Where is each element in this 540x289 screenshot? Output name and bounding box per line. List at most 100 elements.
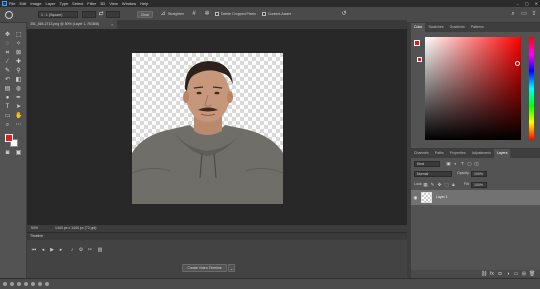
maximize-icon[interactable]: ▢ — [525, 1, 529, 6]
split-icon[interactable]: ✂ — [87, 247, 93, 253]
menu-file[interactable]: File — [9, 1, 15, 6]
frame-tool-icon[interactable]: ⊠ — [15, 50, 22, 57]
search-icon[interactable]: ⌕ — [510, 11, 516, 17]
next-frame-icon[interactable]: ▸ — [58, 247, 64, 253]
layer-name[interactable]: Layer 1 — [436, 190, 448, 205]
path-selection-icon[interactable]: ➤ — [15, 104, 22, 111]
taskbar-app-icon[interactable] — [45, 282, 49, 286]
eyedropper-icon[interactable]: ⁄ — [4, 59, 11, 66]
history-brush-icon[interactable]: ↶ — [4, 77, 11, 84]
screen-mode-icon[interactable]: ▣ — [15, 150, 22, 157]
brush-tool-icon[interactable]: ✎ — [4, 68, 11, 75]
transition-icon[interactable]: ▨ — [97, 247, 103, 253]
move-tool-icon[interactable]: ✥ — [4, 32, 11, 39]
layer-filter-kind[interactable]: Kind — [414, 161, 440, 167]
layer-style-icon[interactable]: fx — [489, 271, 495, 277]
zoom-tool-icon[interactable]: ⌕ — [4, 122, 11, 129]
create-video-timeline-button[interactable]: Create Video Timeline — [182, 264, 227, 272]
clone-stamp-icon[interactable]: ⚲ — [15, 68, 22, 75]
hue-slider[interactable] — [529, 37, 534, 140]
previous-frame-icon[interactable]: ◂ — [40, 247, 46, 253]
zoom-level[interactable]: 50% — [31, 225, 38, 232]
taskbar-app-icon[interactable] — [3, 282, 7, 286]
tab-layers[interactable]: Layers — [493, 149, 511, 158]
document-info[interactable]: 1440 px x 1440 px (72 ppi) — [55, 225, 96, 232]
rectangle-tool-icon[interactable]: ▭ — [4, 113, 11, 120]
straighten-icon[interactable]: ⊿ — [160, 11, 166, 17]
first-frame-icon[interactable]: ⏮ — [31, 247, 37, 253]
workspace-icon[interactable]: ▭ — [521, 11, 527, 17]
blend-mode-select[interactable]: Normal — [414, 171, 452, 177]
tab-gradients[interactable]: Gradients — [447, 23, 468, 32]
lock-transparent-icon[interactable]: ▦ — [423, 182, 428, 187]
menu-layer[interactable]: Layer — [45, 1, 55, 6]
taskbar-app-icon[interactable] — [17, 282, 21, 286]
delete-cropped-checkbox[interactable] — [215, 12, 219, 16]
layer-row[interactable]: ◉ Layer 1 — [411, 190, 540, 205]
menu-window[interactable]: Window — [122, 1, 136, 6]
menu-select[interactable]: Select — [72, 1, 83, 6]
foreground-color-swatch[interactable] — [5, 134, 13, 142]
menu-3d[interactable]: 3D — [100, 1, 105, 6]
hand-tool-icon[interactable]: ✋ — [15, 113, 22, 120]
artboard-tool-icon[interactable]: ⬚ — [15, 32, 22, 39]
menu-filter[interactable]: Filter — [87, 1, 96, 6]
tab-swatches[interactable]: Swatches — [425, 23, 446, 32]
ratio-width-input[interactable] — [82, 11, 96, 18]
pen-tool-icon[interactable]: ✒ — [15, 95, 22, 102]
crop-tool-preset-icon[interactable] — [5, 11, 13, 19]
share-icon[interactable]: ⇪ — [531, 11, 537, 17]
clear-button[interactable]: Clear — [137, 11, 153, 18]
add-mask-icon[interactable]: ◘ — [497, 271, 503, 277]
menu-type[interactable]: Type — [60, 1, 69, 6]
visibility-eye-icon[interactable]: ◉ — [413, 195, 418, 200]
taskbar-app-icon[interactable] — [31, 282, 35, 286]
image-canvas[interactable] — [131, 53, 284, 204]
fill-input[interactable]: 100% — [471, 182, 487, 188]
close-tab-icon[interactable]: × — [111, 20, 113, 29]
menu-edit[interactable]: Edit — [19, 1, 26, 6]
crop-tool-icon[interactable]: ⌗ — [4, 50, 11, 57]
document-tab[interactable]: 351_884.2713.png @ 50% (Layer 1, RGB/8) — [27, 20, 117, 29]
panel-foreground-swatch[interactable] — [414, 40, 420, 46]
taskbar-app-icon[interactable] — [24, 282, 28, 286]
taskbar-app-icon[interactable] — [38, 282, 42, 286]
adjustment-layer-icon[interactable]: ◑ — [505, 271, 511, 277]
timeline-title[interactable]: Timeline — [30, 233, 43, 240]
lock-all-icon[interactable]: 🔒︎ — [451, 182, 456, 187]
play-icon[interactable]: ▶ — [49, 247, 55, 253]
tab-adjustments[interactable]: Adjustments — [469, 149, 494, 158]
dodge-tool-icon[interactable]: ● — [4, 95, 11, 102]
gear-icon[interactable]: ✲ — [204, 11, 210, 17]
eraser-tool-icon[interactable]: ◧ — [15, 77, 22, 84]
filter-adjustment-icon[interactable]: ◐ — [453, 161, 458, 166]
healing-brush-icon[interactable]: ✚ — [15, 59, 22, 66]
link-layers-icon[interactable]: ⛓ — [481, 271, 487, 277]
color-field[interactable] — [425, 37, 521, 140]
menu-help[interactable]: Help — [140, 1, 148, 6]
tab-properties[interactable]: Properties — [447, 149, 469, 158]
tab-color[interactable]: Color — [411, 23, 426, 32]
filter-pixel-icon[interactable]: ▣ — [446, 161, 451, 166]
reset-icon[interactable]: ↺ — [341, 11, 347, 17]
type-tool-icon[interactable]: T — [4, 104, 11, 111]
lock-image-icon[interactable]: ✎ — [430, 182, 435, 187]
ratio-select[interactable]: 1 : 1 (Square) — [38, 11, 78, 18]
settings-icon[interactable]: ⚙ — [78, 247, 84, 253]
straighten-label[interactable]: Straighten — [168, 12, 184, 16]
taskbar-app-icon[interactable] — [10, 282, 14, 286]
new-group-icon[interactable]: ▭ — [513, 271, 519, 277]
color-picker-cursor[interactable] — [515, 61, 520, 66]
filter-shape-icon[interactable]: ▢ — [467, 161, 472, 166]
magic-wand-icon[interactable]: ✧ — [15, 41, 22, 48]
audio-icon[interactable]: ♪ — [69, 247, 75, 253]
overlay-grid-icon[interactable]: # — [191, 11, 197, 17]
filter-type-icon[interactable]: T — [460, 161, 465, 166]
menu-image[interactable]: Image — [30, 1, 41, 6]
panel-background-swatch[interactable] — [417, 57, 422, 62]
content-aware-checkbox[interactable] — [262, 12, 266, 16]
tab-patterns[interactable]: Patterns — [468, 23, 487, 32]
tab-paths[interactable]: Paths — [432, 149, 447, 158]
swap-icon[interactable]: ⇄ — [98, 11, 104, 17]
quick-mask-icon[interactable]: ◙ — [4, 150, 11, 157]
